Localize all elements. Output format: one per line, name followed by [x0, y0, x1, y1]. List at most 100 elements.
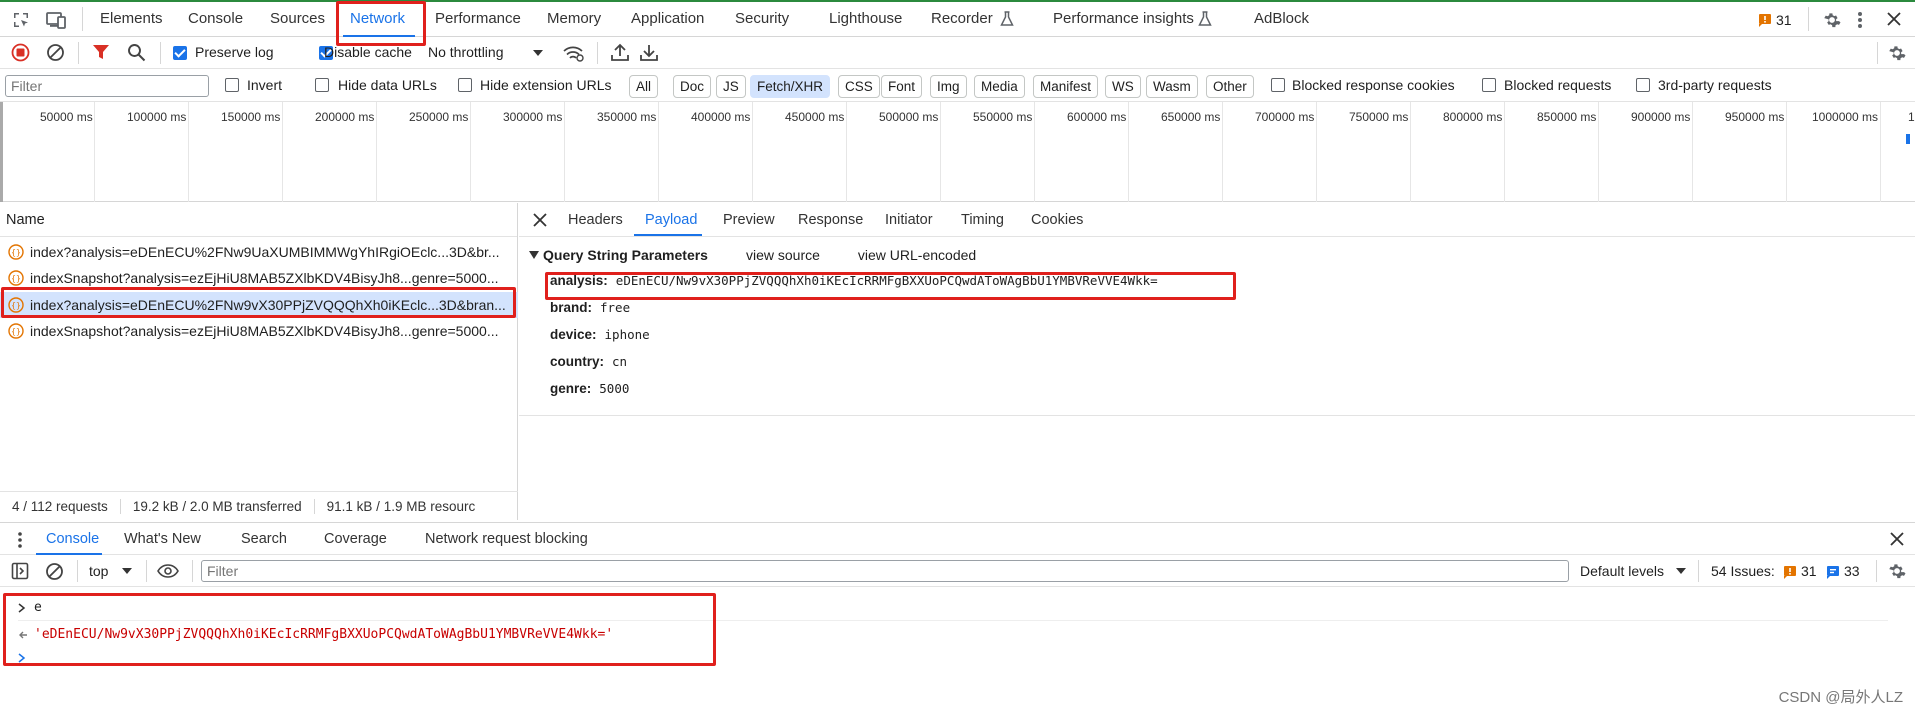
chevron-down-icon[interactable] [1676, 568, 1686, 574]
chevron-down-icon[interactable] [122, 568, 132, 574]
console-output[interactable]: e 'eDEnECU/Nw9vX30PPjZVQQQhXh0iKEcIcRRMF… [0, 587, 1915, 715]
network-settings-gear-icon[interactable] [1886, 43, 1906, 63]
drawer-tab-whats-new[interactable]: What's New [124, 531, 201, 547]
drawer-tab-console[interactable]: Console [46, 531, 99, 547]
issues-warning-count[interactable]: 31 [1801, 563, 1817, 579]
filter-funnel-icon[interactable] [92, 44, 110, 61]
tab-response[interactable]: Response [798, 212, 863, 228]
tab-adblock[interactable]: AdBlock [1254, 10, 1309, 27]
hide-extension-urls-checkbox[interactable] [458, 78, 472, 92]
request-list-header[interactable]: Name [0, 203, 517, 237]
clear-icon[interactable] [46, 43, 65, 62]
type-filter-font[interactable]: Font [881, 75, 923, 98]
type-filter-js[interactable]: JS [716, 75, 746, 98]
console-settings-gear-icon[interactable] [1886, 561, 1906, 581]
issues-count[interactable]: 31 [1776, 12, 1792, 28]
console-toolbar: top Default levels 54 Issues: 31 33 [0, 555, 1915, 587]
tab-application[interactable]: Application [631, 10, 704, 27]
close-detail-icon[interactable] [533, 213, 547, 227]
type-filter-img[interactable]: Img [930, 75, 967, 98]
device-toolbar-icon[interactable] [45, 10, 67, 30]
preserve-log-checkbox[interactable] [173, 46, 187, 60]
request-row[interactable]: {} indexSnapshot?analysis=ezEjHiU8MAB5ZX… [0, 265, 518, 291]
view-url-encoded-link[interactable]: view URL-encoded [858, 247, 976, 263]
timeline-handle[interactable] [0, 102, 3, 202]
tab-initiator[interactable]: Initiator [885, 212, 933, 228]
request-row-selected[interactable]: {} index?analysis=eDEnECU%2FNw9vX30PPjZV… [0, 292, 518, 318]
blocked-requests-checkbox[interactable] [1482, 78, 1496, 92]
type-filter-css[interactable]: CSS [838, 75, 880, 98]
issues-info-count[interactable]: 33 [1844, 563, 1860, 579]
svg-text:{}: {} [11, 301, 21, 310]
drawer-menu-icon[interactable] [17, 531, 23, 549]
drawer-tab-coverage[interactable]: Coverage [324, 531, 387, 547]
console-filter-input[interactable] [201, 560, 1569, 582]
tab-elements[interactable]: Elements [100, 10, 163, 27]
issues-warning-icon[interactable] [1784, 566, 1796, 579]
type-filter-media[interactable]: Media [974, 75, 1025, 98]
name-column-header[interactable]: Name [6, 212, 45, 228]
tab-recorder[interactable]: Recorder [931, 10, 993, 27]
tab-timing[interactable]: Timing [961, 212, 1004, 228]
type-filter-ws[interactable]: WS [1105, 75, 1141, 98]
query-param-row: analysis: eDEnECU/Nw9vX30PPjZVQQQhXh0iKE… [550, 273, 1158, 288]
tab-cookies[interactable]: Cookies [1031, 212, 1083, 228]
tab-network[interactable]: Network [350, 10, 405, 27]
query-string-section-header[interactable]: Query String Parameters view source view… [529, 247, 976, 263]
live-expression-eye-icon[interactable] [157, 564, 179, 578]
close-drawer-icon[interactable] [1890, 532, 1904, 546]
tab-preview[interactable]: Preview [723, 212, 775, 228]
log-levels-select[interactable]: Default levels [1580, 563, 1664, 579]
console-prompt-line[interactable] [18, 653, 26, 663]
search-icon[interactable] [127, 43, 146, 62]
console-sidebar-icon[interactable] [11, 562, 29, 580]
drawer-tab-network-request-blocking[interactable]: Network request blocking [425, 531, 588, 547]
export-har-download-icon[interactable] [640, 43, 658, 62]
blocked-requests-label: Blocked requests [1504, 77, 1612, 93]
request-row[interactable]: {} indexSnapshot?analysis=ezEjHiU8MAB5ZX… [0, 318, 518, 344]
more-options-icon[interactable] [1857, 10, 1863, 30]
hide-data-urls-checkbox[interactable] [315, 78, 329, 92]
tab-headers[interactable]: Headers [568, 212, 623, 228]
timeline-gridline [1316, 102, 1317, 202]
type-filter-all[interactable]: All [629, 75, 659, 98]
type-filter-doc[interactable]: Doc [673, 75, 712, 98]
drawer-tab-search[interactable]: Search [241, 531, 287, 547]
tab-performance[interactable]: Performance [435, 10, 521, 27]
request-row[interactable]: {} index?analysis=eDEnECU%2FNw9UaXUMBIMM… [0, 239, 518, 265]
stop-recording-icon[interactable] [11, 43, 30, 62]
filter-input[interactable] [5, 75, 209, 97]
tab-security[interactable]: Security [735, 10, 789, 27]
context-selector[interactable]: top [89, 563, 108, 579]
timeline-tick-label: 300000 ms [503, 110, 563, 124]
type-filter-other[interactable]: Other [1206, 75, 1254, 98]
type-filter-wasm[interactable]: Wasm [1146, 75, 1198, 98]
tab-sources[interactable]: Sources [270, 10, 325, 27]
type-filter-manifest[interactable]: Manifest [1033, 75, 1099, 98]
tab-console[interactable]: Console [188, 10, 243, 27]
chevron-down-icon[interactable] [533, 50, 543, 56]
timeline-gridline [376, 102, 377, 202]
close-icon[interactable] [1886, 11, 1902, 27]
tab-payload[interactable]: Payload [645, 212, 697, 228]
blocked-response-cookies-checkbox[interactable] [1271, 78, 1285, 92]
tab-memory[interactable]: Memory [547, 10, 601, 27]
issues-info-icon[interactable] [1827, 566, 1839, 579]
issues-warning-icon[interactable] [1759, 14, 1771, 27]
clear-console-icon[interactable] [45, 562, 64, 581]
invert-checkbox[interactable] [225, 78, 239, 92]
triangle-down-icon[interactable] [529, 251, 539, 259]
tab-performance-insights[interactable]: Performance insights [1053, 10, 1194, 27]
timeline-gridline [1222, 102, 1223, 202]
settings-gear-icon[interactable] [1821, 10, 1841, 30]
view-source-link[interactable]: view source [746, 247, 820, 263]
tab-lighthouse[interactable]: Lighthouse [829, 10, 902, 27]
third-party-requests-checkbox[interactable] [1636, 78, 1650, 92]
throttling-select[interactable]: No throttling [428, 44, 503, 60]
import-har-upload-icon[interactable] [611, 43, 629, 62]
network-conditions-wifi-icon[interactable] [562, 44, 584, 62]
type-filter-fetch-xhr[interactable]: Fetch/XHR [750, 75, 831, 98]
inspect-element-icon[interactable] [11, 10, 31, 30]
issues-label[interactable]: 54 Issues: [1711, 563, 1775, 579]
network-timeline-overview[interactable]: 50000 ms 100000 ms 150000 ms 200000 ms 2… [0, 102, 1915, 202]
